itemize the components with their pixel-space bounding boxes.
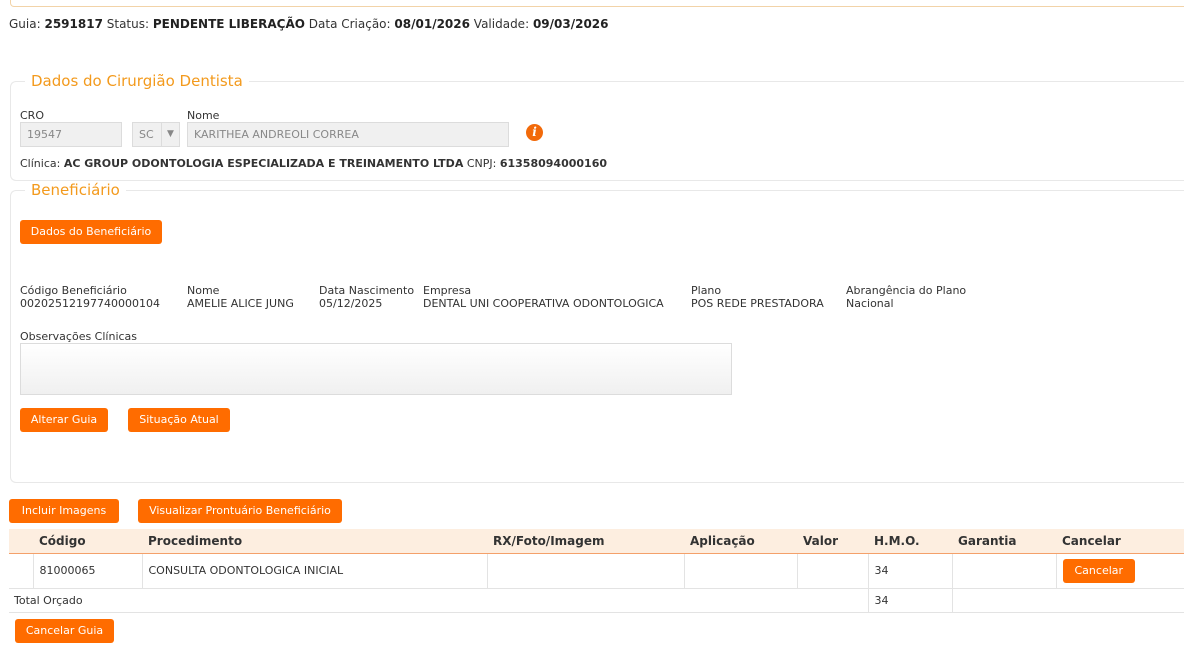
total-label-cell: Total Orçado <box>9 588 869 613</box>
col-header-cancelar: Cancelar <box>1056 529 1184 554</box>
col-header-valor: Valor <box>797 529 868 554</box>
criacao-label: Data Criação: <box>308 17 391 31</box>
guia-label: Guia: <box>9 17 41 31</box>
col-header-hmo: H.M.O. <box>868 529 952 554</box>
valor-cell <box>797 553 869 589</box>
codigo-beneficiario-label: Código Beneficiário <box>20 284 127 297</box>
col-header-aplicacao: Aplicação <box>684 529 797 554</box>
hmo-cell: 34 <box>868 553 953 589</box>
col-header-codigo: Código <box>33 529 142 554</box>
total-row: Total Orçado 34 <box>9 588 1184 613</box>
cro-field[interactable]: 19547 <box>20 122 122 147</box>
col-header-garantia: Garantia <box>952 529 1056 554</box>
observacoes-textarea[interactable] <box>20 343 732 395</box>
col-header-procedimento: Procedimento <box>142 529 487 554</box>
cnpj-label: CNPJ: <box>466 157 497 170</box>
total-hmo-cell: 34 <box>868 588 953 613</box>
cancel-cell: Cancelar <box>1056 553 1184 589</box>
dados-beneficiario-button[interactable]: Dados do Beneficiário <box>20 220 162 244</box>
codigo-cell: 81000065 <box>33 553 143 589</box>
incluir-imagens-button[interactable]: Incluir Imagens <box>9 499 119 523</box>
top-panel-border <box>10 0 1184 7</box>
clinic-info: Clínica: AC GROUP ODONTOLOGIA ESPECIALIZ… <box>20 157 607 170</box>
cancelar-guia-button[interactable]: Cancelar Guia <box>15 619 114 643</box>
empresa-value: DENTAL UNI COOPERATIVA ODONTOLOGICA <box>423 297 664 310</box>
plano-label: Plano <box>691 284 722 297</box>
garantia-cell <box>952 553 1057 589</box>
cro-label: CRO <box>20 109 44 122</box>
aplicacao-cell <box>684 553 798 589</box>
procedimento-cell: CONSULTA ODONTOLOGICA INICIAL <box>142 553 488 589</box>
beneficiary-section-title: Beneficiário <box>31 181 120 199</box>
dentist-section-title: Dados do Cirurgião Dentista <box>31 72 243 90</box>
clinic-label: Clínica: <box>20 157 61 170</box>
criacao-date: 08/01/2026 <box>394 17 470 31</box>
birth-date-value: 05/12/2025 <box>319 297 383 310</box>
beneficiary-section: Beneficiário <box>10 181 1184 483</box>
beneficiary-name-value: AMELIE ALICE JUNG <box>187 297 294 310</box>
info-icon[interactable]: i <box>526 124 543 141</box>
dentist-name-label: Nome <box>187 109 220 122</box>
clinic-name: AC GROUP ODONTOLOGIA ESPECIALIZADA E TRE… <box>63 157 464 170</box>
abrangencia-label: Abrangência do Plano <box>846 284 967 297</box>
total-label: Total Orçado <box>14 593 83 607</box>
col-header-select <box>9 529 33 554</box>
validade-label: Validade: <box>473 17 530 31</box>
observacoes-label: Observações Clínicas <box>20 330 138 343</box>
dentist-name-field[interactable]: KARITHEA ANDREOLI CORREA <box>187 122 509 147</box>
plano-value: POS REDE PRESTADORA <box>691 297 824 310</box>
table-row: 81000065 CONSULTA ODONTOLOGICA INICIAL 3… <box>9 553 1184 589</box>
col-header-rx: RX/Foto/Imagem <box>487 529 684 554</box>
cancel-procedure-button[interactable]: Cancelar <box>1062 558 1136 583</box>
chevron-down-icon: ▼ <box>161 123 179 146</box>
birth-date-label: Data Nascimento <box>319 284 415 297</box>
visualizar-prontuario-button[interactable]: Visualizar Prontuário Beneficiário <box>138 499 342 523</box>
status-label: Status: <box>106 17 150 31</box>
alterar-guia-button[interactable]: Alterar Guia <box>20 408 108 432</box>
validade-date: 09/03/2026 <box>532 17 609 31</box>
cnpj-value: 61358094000160 <box>499 157 607 170</box>
rx-cell <box>487 553 685 589</box>
situacao-atual-button[interactable]: Situação Atual <box>128 408 230 432</box>
procedures-table: Código Procedimento RX/Foto/Imagem Aplic… <box>9 529 1184 613</box>
table-header-row: Código Procedimento RX/Foto/Imagem Aplic… <box>9 529 1184 554</box>
uf-select[interactable]: SC ▼ <box>132 122 180 147</box>
guia-number: 2591817 <box>44 17 103 31</box>
total-empty-cell <box>952 588 1184 613</box>
guia-summary: Guia: 2591817 Status: PENDENTE LIBERAÇÃO… <box>9 17 609 31</box>
beneficiary-name-label: Nome <box>187 284 220 297</box>
uf-select-value: SC <box>139 128 154 141</box>
status-value: PENDENTE LIBERAÇÃO <box>152 17 305 31</box>
abrangencia-value: Nacional <box>846 297 894 310</box>
empresa-label: Empresa <box>423 284 472 297</box>
codigo-beneficiario-value: 00202512197740000104 <box>20 297 160 310</box>
row-select-cell <box>9 553 34 589</box>
